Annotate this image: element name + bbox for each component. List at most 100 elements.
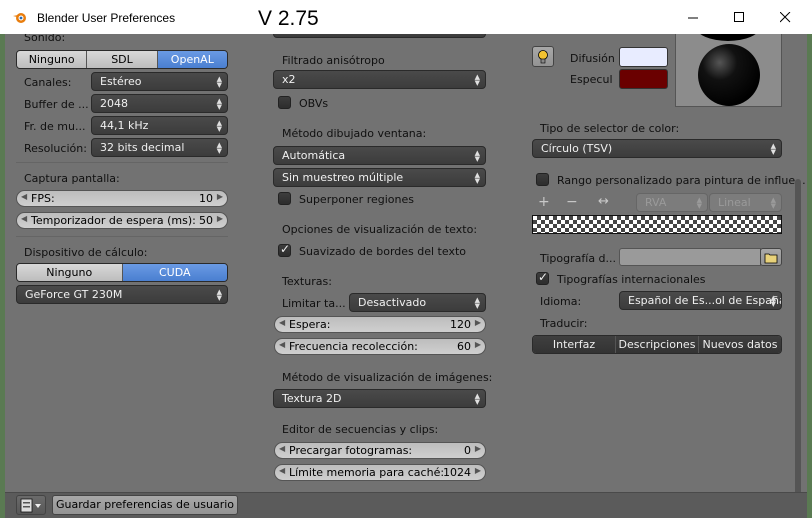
- image-draw-value: Textura 2D: [282, 392, 342, 405]
- cutoff-dropdown[interactable]: [273, 34, 486, 38]
- arrow-left-icon: ◀: [21, 192, 28, 201]
- sample-rate-value: 44,1 kHz: [100, 119, 149, 132]
- arrow-right-icon: ▶: [474, 466, 481, 475]
- prefetch-value: 0: [464, 444, 471, 457]
- anisotropic-value: x2: [282, 73, 296, 86]
- specular-color-swatch[interactable]: [619, 69, 668, 89]
- texture-limit-value: Desactivado: [358, 296, 427, 309]
- ramp-flip-icon[interactable]: ↔: [598, 194, 609, 209]
- vertical-scrollbar[interactable]: [795, 179, 801, 492]
- gpu-device-value: GeForce GT 230M: [25, 288, 123, 301]
- sound-label: Sonido:: [24, 34, 66, 44]
- texture-gc-rate-field[interactable]: ◀ Frecuencia recolección: 60 ▶: [274, 338, 486, 355]
- buffer-value: 2048: [100, 97, 128, 110]
- divider: [16, 162, 228, 163]
- wait-timer-field[interactable]: ◀ Temporizador de espera (ms): 50 ▶: [16, 212, 228, 229]
- color-picker-label: Tipo de selector de color:: [540, 122, 680, 135]
- resolution-label: Resolución:: [24, 142, 87, 155]
- diffuse-color-swatch[interactable]: [619, 47, 668, 67]
- window-draw-dropdown[interactable]: Automática ▲ ▼: [273, 146, 486, 165]
- compute-device-selector: Ninguno CUDA: [16, 263, 228, 282]
- texture-limit-label: Limitar ta...: [282, 297, 346, 310]
- buffer-label: Buffer de ...: [24, 98, 89, 111]
- custom-range-checkbox[interactable]: [536, 173, 549, 186]
- fps-value: 10: [199, 192, 213, 205]
- multisample-value: Sin muestreo múltiple: [282, 171, 404, 184]
- international-fonts-checkbox[interactable]: [536, 270, 549, 285]
- ramp-add-icon[interactable]: +: [538, 194, 550, 210]
- region-overlap-checkbox[interactable]: [278, 192, 291, 205]
- updown-arrow-icon: ▲ ▼: [474, 149, 480, 163]
- prefetch-field[interactable]: ◀ Precargar fotogramas: 0 ▶: [274, 442, 486, 459]
- updown-arrow-icon: ▲ ▼: [474, 296, 480, 310]
- sound-backend-openal[interactable]: OpenAL: [157, 51, 227, 68]
- fps-label: FPS:: [31, 192, 55, 205]
- version-label: V 2.75: [258, 7, 319, 30]
- updown-arrow-icon: ▲ ▼: [770, 142, 776, 156]
- ramp-color-mode-dropdown[interactable]: RVA ▲ ▼: [636, 193, 708, 212]
- arrow-right-icon: ▶: [216, 192, 223, 201]
- arrow-left-icon: ◀: [279, 318, 286, 327]
- color-picker-dropdown[interactable]: Círculo (TSV) ▲ ▼: [532, 139, 782, 158]
- texture-limit-dropdown[interactable]: Desactivado ▲ ▼: [349, 293, 486, 312]
- minimize-button[interactable]: [670, 0, 716, 34]
- compute-option-ninguno[interactable]: Ninguno: [17, 264, 123, 281]
- buffer-dropdown[interactable]: 2048 ▲ ▼: [91, 94, 228, 113]
- color-picker-value: Círculo (TSV): [541, 142, 613, 155]
- font-label: Tipografía d...: [540, 252, 617, 265]
- texture-timeout-value: 120: [450, 318, 471, 331]
- vbos-label: OBVs: [299, 97, 329, 110]
- language-dropdown[interactable]: Español de Es...ol de España) ▲ ▼: [619, 291, 782, 310]
- close-button[interactable]: [762, 0, 808, 34]
- maximize-button[interactable]: [716, 0, 762, 34]
- custom-range-label: Rango personalizado para pintura de infl…: [557, 174, 806, 187]
- sample-rate-dropdown[interactable]: 44,1 kHz ▲ ▼: [91, 116, 228, 135]
- text-antialias-checkbox[interactable]: [278, 242, 291, 257]
- translate-tooltips-toggle[interactable]: Descripciones: [616, 336, 699, 353]
- updown-arrow-icon: ▲ ▼: [770, 294, 776, 308]
- sound-backend-selector: Ninguno SDL OpenAL: [16, 50, 228, 69]
- prefetch-label: Precargar fotogramas:: [289, 444, 413, 457]
- cache-limit-field[interactable]: ◀ Límite memoria para caché: 1024 ▶: [274, 464, 486, 481]
- diffuse-label: Difusión: [570, 52, 615, 65]
- sound-backend-ninguno[interactable]: Ninguno: [17, 51, 88, 68]
- arrow-right-icon: ▶: [474, 444, 481, 453]
- arrow-right-icon: ▶: [474, 340, 481, 349]
- cache-limit-value: 1024: [443, 466, 471, 479]
- resolution-dropdown[interactable]: 32 bits decimal ▲ ▼: [91, 138, 228, 157]
- window-edge-right: [807, 34, 812, 518]
- editor-type-button[interactable]: [16, 495, 46, 515]
- anisotropic-dropdown[interactable]: x2 ▲ ▼: [273, 70, 486, 89]
- font-path-field[interactable]: [619, 248, 761, 266]
- fps-field[interactable]: ◀ FPS: 10 ▶: [16, 190, 228, 207]
- channels-dropdown[interactable]: Estéreo ▲ ▼: [91, 72, 228, 91]
- translate-interface-toggle[interactable]: Interfaz: [533, 336, 616, 353]
- texture-gc-rate-label: Frecuencia recolección:: [289, 340, 418, 353]
- image-draw-label: Método de visualización de imágenes:: [282, 371, 493, 384]
- texture-timeout-field[interactable]: ◀ Espera: 120 ▶: [274, 316, 486, 333]
- ramp-remove-icon[interactable]: −: [566, 194, 578, 210]
- sequencer-label: Editor de secuencias y clips:: [282, 423, 439, 436]
- multisample-dropdown[interactable]: Sin muestreo múltiple ▲ ▼: [273, 168, 486, 187]
- gpu-device-dropdown[interactable]: GeForce GT 230M ▲ ▼: [16, 285, 228, 304]
- ramp-interpolation-dropdown[interactable]: Lineal ▲ ▼: [709, 193, 782, 212]
- font-browse-button[interactable]: [760, 248, 782, 266]
- arrow-right-icon: ▶: [216, 214, 223, 223]
- image-draw-dropdown[interactable]: Textura 2D ▲ ▼: [273, 389, 486, 408]
- window-title: Blender User Preferences: [37, 11, 176, 25]
- maximize-icon: [734, 12, 744, 22]
- translate-new-data-toggle[interactable]: Nuevos datos: [699, 336, 781, 353]
- title-bar: Blender User Preferences V 2.75: [0, 0, 812, 34]
- sound-backend-sdl[interactable]: SDL: [87, 51, 158, 68]
- vbos-checkbox[interactable]: [278, 96, 291, 109]
- arrow-left-icon: ◀: [279, 444, 286, 453]
- color-ramp-bar[interactable]: [532, 215, 782, 234]
- lightbulb-icon: [538, 50, 548, 64]
- updown-arrow-icon: ▲ ▼: [216, 288, 222, 302]
- window-draw-label: Método dibujado ventana:: [282, 127, 427, 140]
- matcap-preview: [675, 34, 782, 107]
- compute-option-cuda[interactable]: CUDA: [122, 264, 227, 281]
- light-toggle-button[interactable]: [532, 46, 554, 67]
- save-preferences-button[interactable]: Guardar preferencias de usuario: [52, 495, 238, 515]
- arrow-left-icon: ◀: [279, 466, 286, 475]
